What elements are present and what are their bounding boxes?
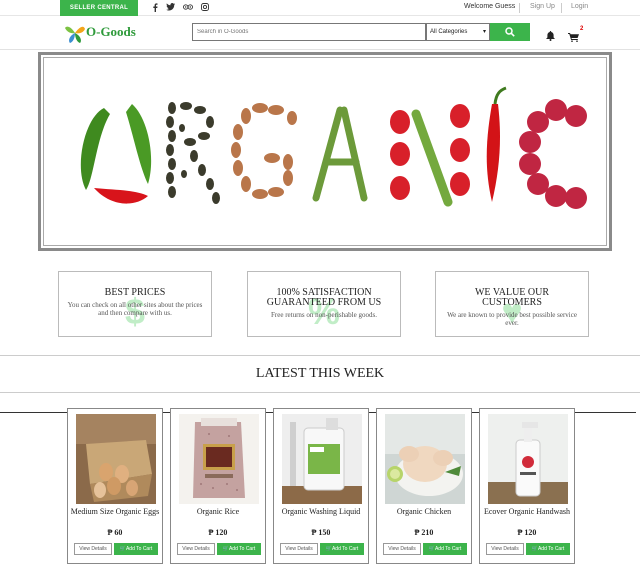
add-to-cart-label: Add To Cart <box>228 546 256 552</box>
twitter-icon[interactable] <box>166 3 175 16</box>
product-price: ₱ 120 <box>517 528 537 537</box>
search-button[interactable] <box>490 23 530 41</box>
section-title: LATEST THIS WEEK <box>255 366 385 381</box>
facebook-icon[interactable] <box>152 3 158 16</box>
feature-text: We are known to provide best possible se… <box>447 311 577 327</box>
divider <box>519 3 520 13</box>
logo-text: O-Goods <box>86 24 136 39</box>
view-details-button[interactable]: View Details <box>177 543 215 555</box>
feature-title: WE VALUE OUR CUSTOMERS <box>474 287 550 308</box>
feature-text: Free returns on non-perishable goods. <box>271 311 377 319</box>
logo[interactable]: O-Goods <box>64 22 154 44</box>
top-bar: SELLER CENTRAL Welcome Guess Sign Up Log… <box>0 0 640 16</box>
add-to-cart-label: Add To Cart <box>125 546 153 552</box>
feature-text: You can check on all other sites about t… <box>67 301 203 317</box>
search-input[interactable] <box>192 23 426 41</box>
view-details-button[interactable]: View Details <box>486 543 524 555</box>
main-header: O-Goods All Categories ▾ 2 <box>0 16 640 50</box>
tripadvisor-icon[interactable] <box>183 3 193 16</box>
organic-vegetables-image <box>80 86 587 209</box>
product-name[interactable]: Organic Rice <box>173 508 263 516</box>
add-to-cart-button[interactable]: 🛒Add To Cart <box>217 543 261 555</box>
product-price: ₱ 60 <box>107 528 123 537</box>
add-to-cart-button[interactable]: 🛒Add To Cart <box>526 543 570 555</box>
instagram-icon[interactable] <box>201 3 209 16</box>
banner-frame <box>43 57 607 246</box>
add-to-cart-label: Add To Cart <box>331 546 359 552</box>
feature-title: 100% SATISFACTION GUARANTEED FROM US <box>266 287 382 308</box>
feature-customers: ♥ WE VALUE OUR CUSTOMERS We are known to… <box>435 271 589 337</box>
product-card[interactable]: Organic Rice ₱ 120 View Details 🛒Add To … <box>170 408 266 564</box>
chevron-down-icon: ▾ <box>482 29 486 35</box>
product-price: ₱ 150 <box>311 528 331 537</box>
product-name[interactable]: Organic Washing Liquid <box>276 508 366 516</box>
product-image-handwash[interactable] <box>488 414 568 504</box>
signup-link[interactable]: Sign Up <box>530 3 555 10</box>
leaf-logo-icon <box>65 26 85 43</box>
add-to-cart-button[interactable]: 🛒Add To Cart <box>114 543 158 555</box>
cart-count-badge: 2 <box>580 26 584 32</box>
product-card[interactable]: Ecover Organic Handwash ₱ 120 View Detai… <box>479 408 575 564</box>
latest-section-header: LATEST THIS WEEK <box>0 355 640 393</box>
product-name[interactable]: Medium Size Organic Eggs <box>70 508 160 516</box>
cart-icon[interactable] <box>568 29 579 47</box>
welcome-text: Welcome Guess <box>464 3 516 10</box>
feature-best-prices: $ BEST PRICES You can check on all other… <box>58 271 212 337</box>
product-name[interactable]: Organic Chicken <box>379 508 469 516</box>
view-details-button[interactable]: View Details <box>280 543 318 555</box>
product-image-washing-liquid[interactable] <box>282 414 362 504</box>
hero-banner[interactable] <box>38 52 612 251</box>
add-to-cart-label: Add To Cart <box>434 546 462 552</box>
seller-central-button[interactable]: SELLER CENTRAL <box>60 0 138 16</box>
product-name[interactable]: Ecover Organic Handwash <box>482 508 572 516</box>
category-select[interactable]: All Categories ▾ <box>426 23 490 41</box>
category-selected: All Categories <box>430 29 468 35</box>
search-icon <box>505 27 515 37</box>
divider <box>561 3 562 13</box>
product-price: ₱ 210 <box>414 528 434 537</box>
view-details-button[interactable]: View Details <box>74 543 112 555</box>
product-card[interactable]: Medium Size Organic Eggs ₱ 60 View Detai… <box>67 408 163 564</box>
add-to-cart-label: Add To Cart <box>537 546 565 552</box>
product-card[interactable]: Organic Washing Liquid ₱ 150 View Detail… <box>273 408 369 564</box>
login-link[interactable]: Login <box>571 3 588 10</box>
feature-title: BEST PRICES <box>104 287 166 298</box>
add-to-cart-button[interactable]: 🛒Add To Cart <box>423 543 467 555</box>
product-image-chicken[interactable] <box>385 414 465 504</box>
product-image-eggs[interactable] <box>76 414 156 504</box>
social-links <box>152 3 209 16</box>
notification-bell-icon[interactable] <box>546 28 555 46</box>
product-price: ₱ 120 <box>208 528 228 537</box>
product-image-rice[interactable] <box>179 414 259 504</box>
add-to-cart-button[interactable]: 🛒Add To Cart <box>320 543 364 555</box>
feature-satisfaction: % 100% SATISFACTION GUARANTEED FROM US F… <box>247 271 401 337</box>
view-details-button[interactable]: View Details <box>383 543 421 555</box>
product-card[interactable]: Organic Chicken ₱ 210 View Details 🛒Add … <box>376 408 472 564</box>
